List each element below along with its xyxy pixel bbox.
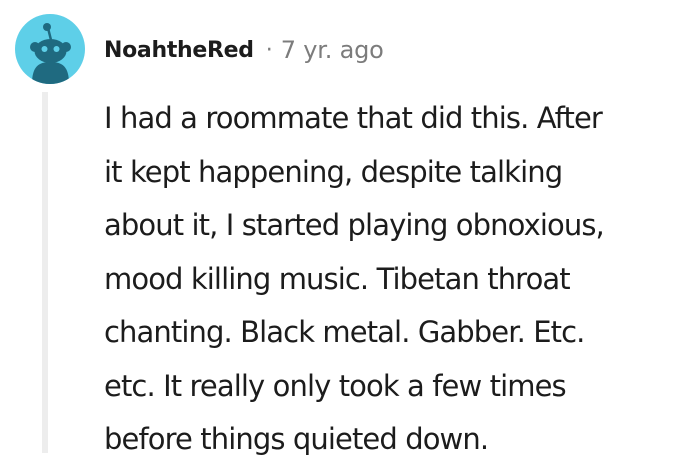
comment-body-line: before things quieted down. xyxy=(104,422,489,456)
comment-body-line: etc. It really only took a few times xyxy=(104,368,567,403)
comment-body-line: chanting. Black metal. Gabber. Etc. xyxy=(104,315,585,349)
comment-body-line: mood killing music. Tibetan throat xyxy=(104,261,571,296)
reddit-snoo-avatar-icon xyxy=(30,23,71,84)
comment-body-line: it kept happening, despite talking xyxy=(104,154,563,189)
comment-body-line: I had a roommate that did this. After xyxy=(104,101,603,135)
comment: NoahtheRed · 7 yr. ago I had a roommate … xyxy=(0,0,700,456)
comment-body-line: about it, I started playing obnoxious, xyxy=(104,208,605,242)
user-avatar[interactable] xyxy=(15,14,85,84)
timestamp-link[interactable]: 7 yr. ago xyxy=(281,36,384,64)
username-link[interactable]: NoahtheRed xyxy=(104,38,254,63)
comment-header: NoahtheRed · 7 yr. ago xyxy=(104,33,384,67)
comment-body: I had a roommate that did this. After it… xyxy=(104,92,700,467)
thread-collapse-line[interactable] xyxy=(42,92,48,453)
separator-dot: · xyxy=(265,37,273,63)
